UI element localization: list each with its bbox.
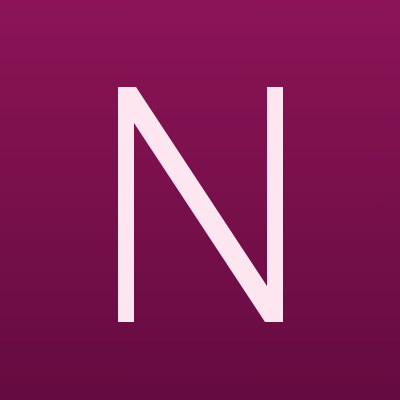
app-icon-tile — [0, 0, 400, 400]
letter-n-glyph — [118, 87, 283, 322]
